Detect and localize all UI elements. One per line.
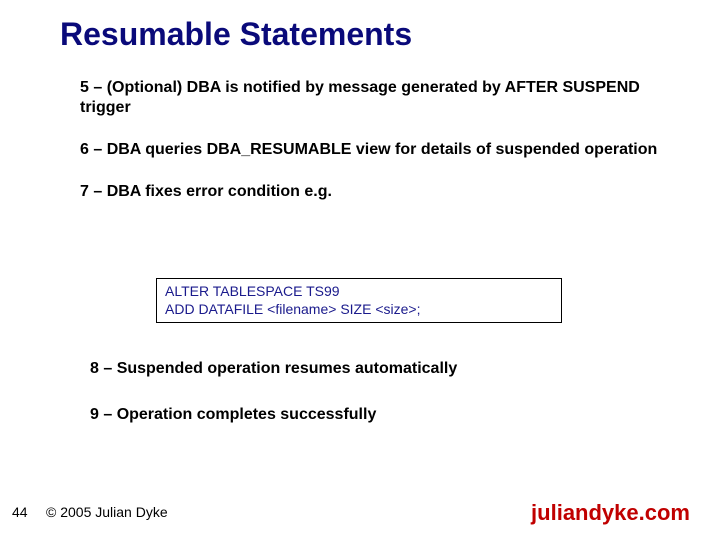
bullet-5: 5 – (Optional) DBA is notified by messag… xyxy=(80,78,660,118)
body-text: 5 – (Optional) DBA is notified by messag… xyxy=(80,78,660,214)
slide-title: Resumable Statements xyxy=(60,16,412,53)
code-line-1: ALTER TABLESPACE TS99 xyxy=(165,283,553,301)
bullet-9: 9 – Operation completes successfully xyxy=(90,406,660,424)
bullet-7: 7 – DBA fixes error condition e.g. xyxy=(80,182,660,202)
site-url: juliandyke.com xyxy=(531,500,690,526)
code-box: ALTER TABLESPACE TS99 ADD DATAFILE <file… xyxy=(156,278,562,323)
page-number: 44 xyxy=(12,504,28,520)
bullet-6: 6 – DBA queries DBA_RESUMABLE view for d… xyxy=(80,140,660,160)
bullet-8: 8 – Suspended operation resumes automati… xyxy=(90,360,660,378)
slide: Resumable Statements 5 – (Optional) DBA … xyxy=(0,0,720,540)
lower-body: 8 – Suspended operation resumes automati… xyxy=(90,360,660,452)
code-line-2: ADD DATAFILE <filename> SIZE <size>; xyxy=(165,301,553,319)
copyright: © 2005 Julian Dyke xyxy=(46,504,168,520)
